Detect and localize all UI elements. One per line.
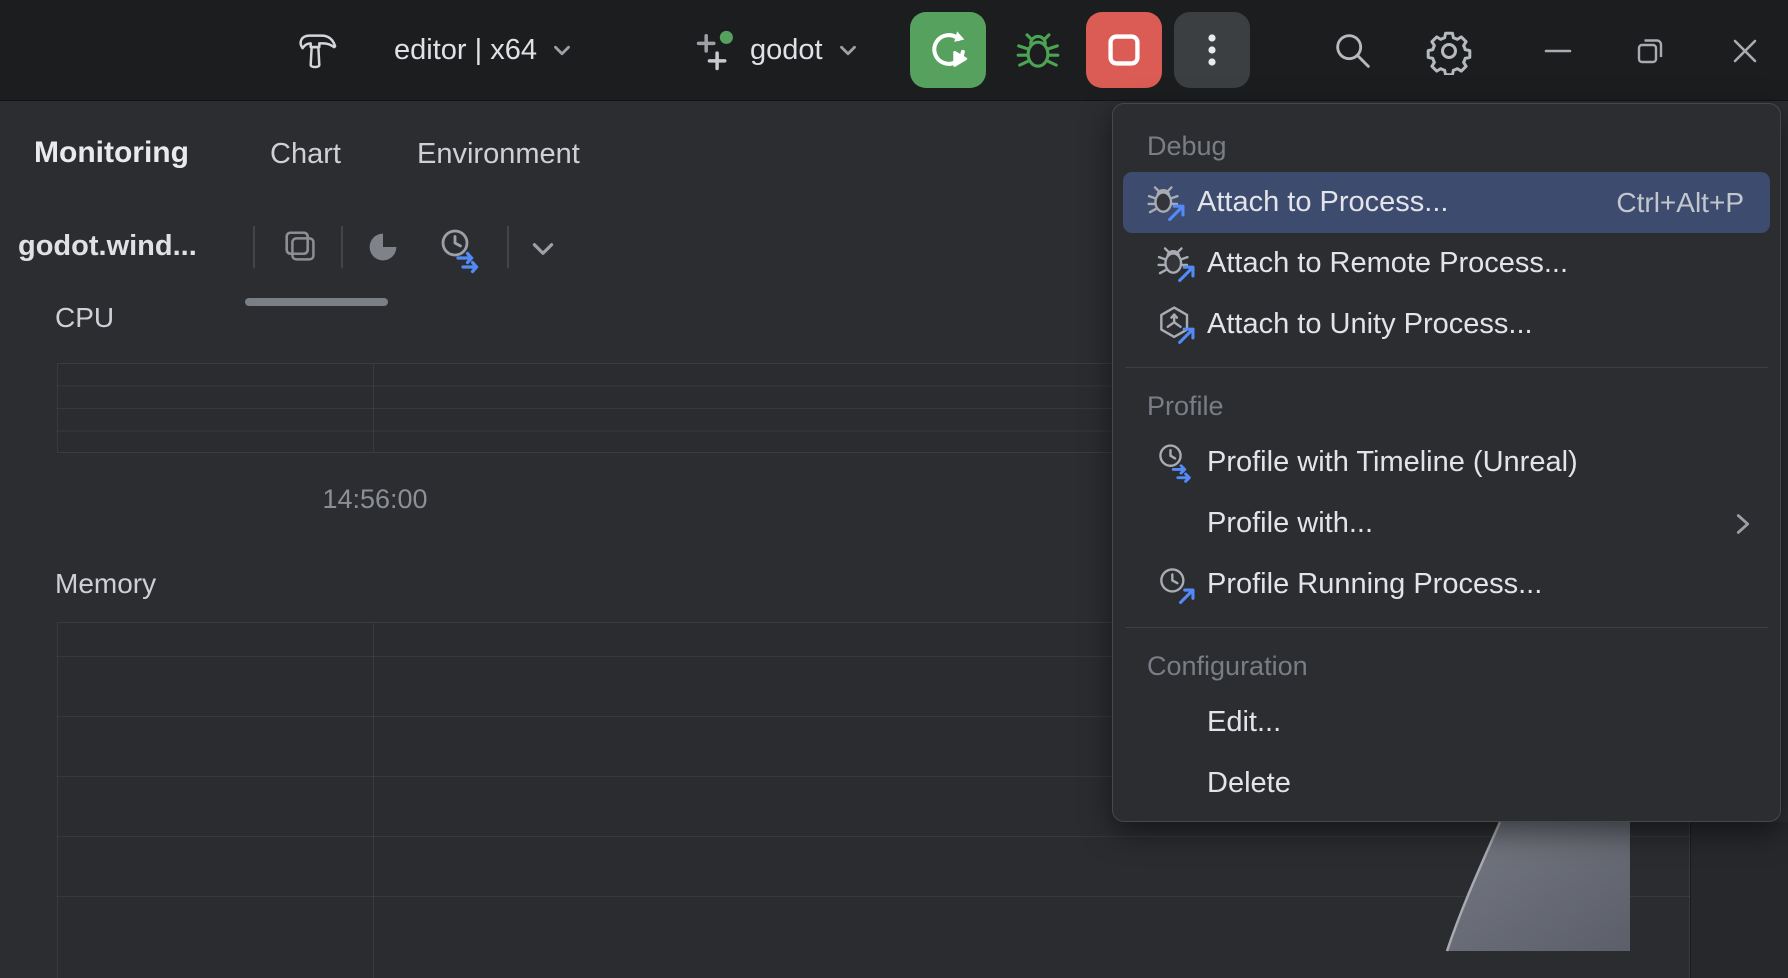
attach-unity-icon — [1153, 302, 1199, 348]
chart-pane-toolbar: godot.wind... — [0, 216, 980, 278]
rerun-button[interactable] — [910, 12, 986, 88]
debug-button[interactable] — [1000, 12, 1076, 88]
copy-snapshot-button[interactable] — [280, 226, 322, 268]
window-restore-button[interactable] — [1632, 0, 1668, 101]
menu-item-label: Profile with Timeline (Unreal) — [1207, 446, 1578, 479]
time-axis-tick: 14:56:00 — [280, 484, 470, 515]
profile-target-selector[interactable]: godot — [692, 0, 861, 101]
run-config-plus-icon — [692, 27, 740, 75]
empty-icon-slot — [1153, 761, 1199, 807]
menu-item-edit-configuration[interactable]: Edit... — [1113, 692, 1780, 753]
window-minimize-button[interactable] — [1540, 0, 1576, 101]
profile-timeline-icon — [436, 226, 484, 274]
menu-section-header-configuration: Configuration — [1113, 640, 1780, 692]
close-icon — [1727, 33, 1763, 69]
search-icon — [1330, 28, 1376, 74]
right-side-panel — [1690, 822, 1788, 978]
menu-item-attach-to-unity-process[interactable]: Attach to Unity Process... — [1113, 294, 1780, 355]
cpu-section-label: CPU — [55, 302, 114, 334]
active-tab-underline — [245, 298, 388, 306]
kebab-menu-icon — [1191, 29, 1233, 71]
settings-button[interactable] — [1425, 0, 1473, 101]
rerun-icon — [925, 27, 971, 73]
window-close-button[interactable] — [1727, 0, 1763, 101]
menu-item-attach-to-process[interactable]: Attach to Process... Ctrl+Alt+P — [1123, 172, 1770, 233]
layers-copy-icon — [280, 226, 322, 268]
menu-item-profile-running-process[interactable]: Profile Running Process... — [1113, 554, 1780, 615]
title-bar: editor | x64 godot — [0, 0, 1788, 101]
chevron-down-icon — [835, 38, 861, 64]
tab-environment[interactable]: Environment — [417, 138, 580, 171]
menu-item-label: Attach to Remote Process... — [1207, 247, 1568, 280]
memory-time-gridline — [373, 623, 374, 978]
run-debug-context-menu: Debug Attach to Process... Ctrl+Alt+P — [1112, 103, 1781, 822]
menu-item-label: Profile with... — [1207, 507, 1373, 540]
profile-with-timeline-button[interactable] — [436, 226, 484, 274]
menu-item-shortcut: Ctrl+Alt+P — [1616, 187, 1744, 219]
stop-button[interactable] — [1086, 12, 1162, 88]
menu-item-delete-configuration[interactable]: Delete — [1113, 753, 1780, 814]
submenu-arrow-icon — [1728, 509, 1758, 539]
menu-item-label: Profile Running Process... — [1207, 568, 1542, 601]
more-actions-button[interactable] — [1174, 12, 1250, 88]
pane-options-chevron[interactable] — [528, 234, 558, 264]
run-configuration-label: editor | x64 — [394, 34, 537, 67]
profile-target-label: godot — [750, 34, 823, 67]
monitor-stand-graphic — [1443, 822, 1631, 952]
menu-separator — [1125, 367, 1768, 368]
attach-debugger-icon — [1153, 241, 1199, 287]
menu-item-profile-with[interactable]: Profile with... — [1113, 493, 1780, 554]
toolbar-separator — [253, 226, 255, 268]
menu-item-profile-with-timeline[interactable]: Profile with Timeline (Unreal) — [1113, 432, 1780, 493]
profile-running-icon — [1153, 562, 1199, 608]
tab-chart[interactable]: Chart — [270, 138, 341, 171]
run-configuration-selector[interactable]: editor | x64 — [394, 0, 575, 101]
empty-icon-slot — [1153, 501, 1199, 547]
gear-icon — [1425, 27, 1473, 75]
debug-bug-icon — [1013, 25, 1063, 75]
chevron-down-icon — [549, 38, 575, 64]
menu-item-label: Delete — [1207, 767, 1291, 800]
attach-debugger-icon — [1143, 180, 1189, 226]
menu-section-header-debug: Debug — [1113, 120, 1780, 172]
toolbar-separator — [341, 226, 343, 268]
menu-item-label: Attach to Process... — [1197, 186, 1448, 219]
search-everywhere-button[interactable] — [1330, 0, 1376, 101]
menu-separator — [1125, 627, 1768, 628]
restore-icon — [1632, 33, 1668, 69]
memory-snapshot-button[interactable] — [362, 226, 404, 268]
chevron-down-icon — [528, 234, 558, 264]
menu-item-attach-to-remote-process[interactable]: Attach to Remote Process... — [1113, 233, 1780, 294]
build-hammer-icon[interactable] — [292, 0, 338, 101]
stop-square-icon — [1101, 27, 1147, 73]
cpu-time-gridline — [373, 364, 374, 452]
profile-timeline-icon — [1153, 440, 1199, 486]
menu-item-label: Edit... — [1207, 706, 1281, 739]
empty-icon-slot — [1153, 700, 1199, 746]
menu-section-header-profile: Profile — [1113, 380, 1780, 432]
menu-item-label: Attach to Unity Process... — [1207, 308, 1533, 341]
toolbar-separator — [507, 226, 509, 268]
memory-section-label: Memory — [55, 568, 156, 600]
tool-window-title: Monitoring — [34, 136, 189, 170]
minimize-icon — [1540, 33, 1576, 69]
pie-chart-icon — [362, 226, 404, 268]
process-name: godot.wind... — [18, 230, 197, 263]
